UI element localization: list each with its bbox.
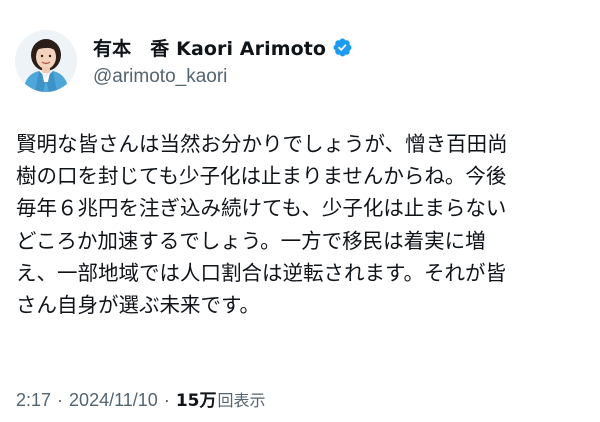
tweet-text: 賢明な皆さんは当然お分かりでしょうが、憎き百田尚 樹の口を封じても少子化は止まり… xyxy=(16,128,582,321)
tweet-header: 有本 香 Kaori Arimoto @arimoto_kaori xyxy=(15,30,353,92)
meta-separator: · xyxy=(163,390,170,410)
avatar[interactable] xyxy=(15,30,77,92)
view-count-label: 回表示 xyxy=(217,391,266,410)
author-display-name[interactable]: 有本 香 Kaori Arimoto xyxy=(93,34,326,61)
tweet-card: 有本 香 Kaori Arimoto @arimoto_kaori 賢明な皆さん… xyxy=(0,0,600,422)
author-handle[interactable]: @arimoto_kaori xyxy=(93,66,353,88)
tweet-metadata: 2:17 · 2024/11/10 · 15万 回表示 xyxy=(16,386,266,411)
author-name-row[interactable]: 有本 香 Kaori Arimoto xyxy=(93,35,353,61)
tweet-text-line: 樹の口を封じても少子化は止まりませんからね。今後 xyxy=(16,164,507,189)
view-count[interactable]: 15万 xyxy=(176,386,217,411)
tweet-text-line: え、一部地域では人口割合は逆転されます。それが皆 xyxy=(16,260,506,285)
tweet-text-line: どころか加速するでしょう。一方で移民は着実に増 xyxy=(16,228,486,253)
author-info: 有本 香 Kaori Arimoto @arimoto_kaori xyxy=(93,35,353,88)
tweet-text-line: 賢明な皆さんは当然お分かりでしょうが、憎き百田尚 xyxy=(16,132,508,156)
verified-badge-icon[interactable] xyxy=(332,37,353,58)
meta-separator: · xyxy=(57,390,64,410)
post-date[interactable]: 2024/11/10 xyxy=(69,390,158,411)
tweet-text-line: さん自身が選ぶ未来です。 xyxy=(16,293,260,318)
avatar-image xyxy=(15,30,77,92)
post-time[interactable]: 2:17 xyxy=(16,390,51,411)
tweet-text-line: 毎年６兆円を注ぎ込み続けても、少子化は止まらない xyxy=(16,196,507,221)
